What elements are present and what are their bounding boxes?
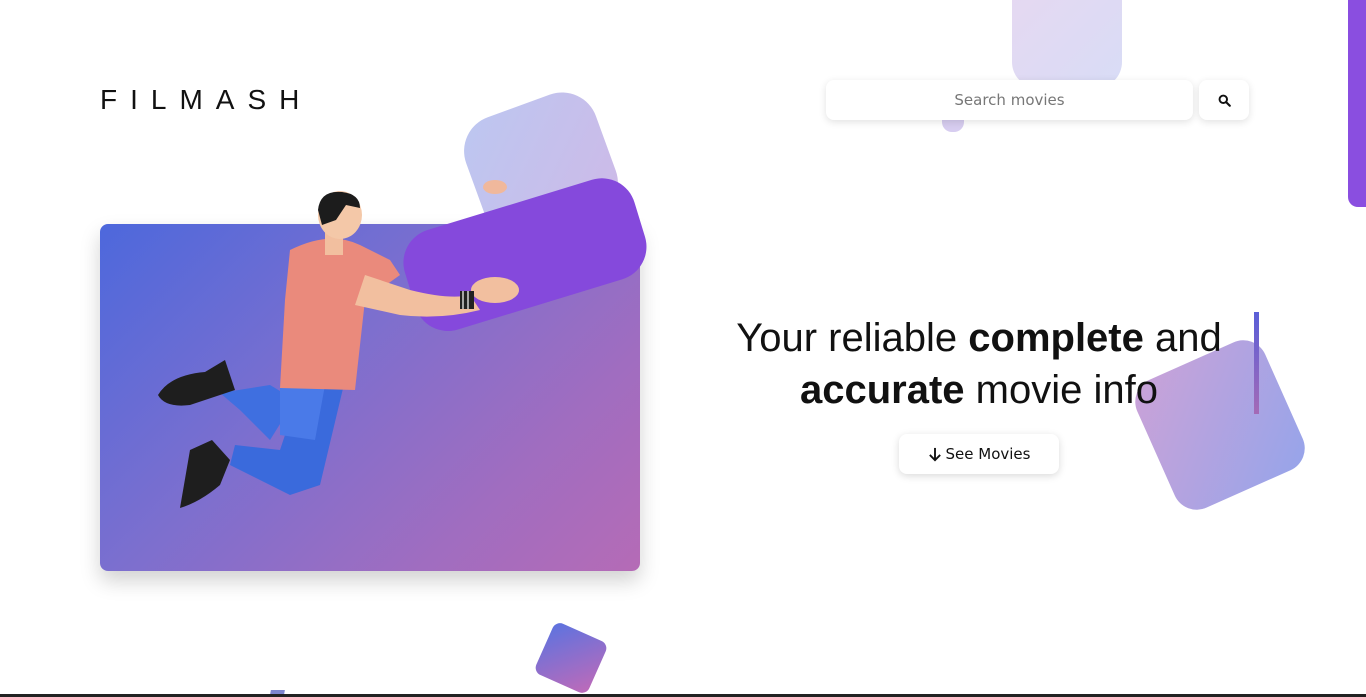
headline-bold-complete: complete <box>968 316 1144 360</box>
headline-text-1: Your reliable <box>736 316 969 360</box>
search-icon <box>1218 94 1231 107</box>
search-input[interactable] <box>826 79 1193 121</box>
flying-person-illustration <box>158 178 647 508</box>
headline-accent-bar <box>1254 312 1259 414</box>
arrow-down-icon <box>928 447 941 461</box>
search-button[interactable] <box>1199 80 1249 120</box>
headline-bold-accurate: accurate <box>800 368 965 412</box>
headline-text-3: movie info <box>964 368 1158 412</box>
hero-headline: Your reliable complete and accurate movi… <box>700 312 1258 416</box>
decorative-shape-bottom <box>533 620 609 696</box>
see-movies-label: See Movies <box>945 445 1031 463</box>
headline-text-2: and <box>1143 316 1222 360</box>
scrollbar-thumb[interactable] <box>1348 0 1366 207</box>
decorative-shape-top <box>1012 0 1122 88</box>
search-box[interactable] <box>826 79 1193 121</box>
landing-page: FILMASH You <box>0 0 1366 697</box>
see-movies-button[interactable]: See Movies <box>899 434 1059 474</box>
site-logo[interactable]: FILMASH <box>100 84 312 116</box>
